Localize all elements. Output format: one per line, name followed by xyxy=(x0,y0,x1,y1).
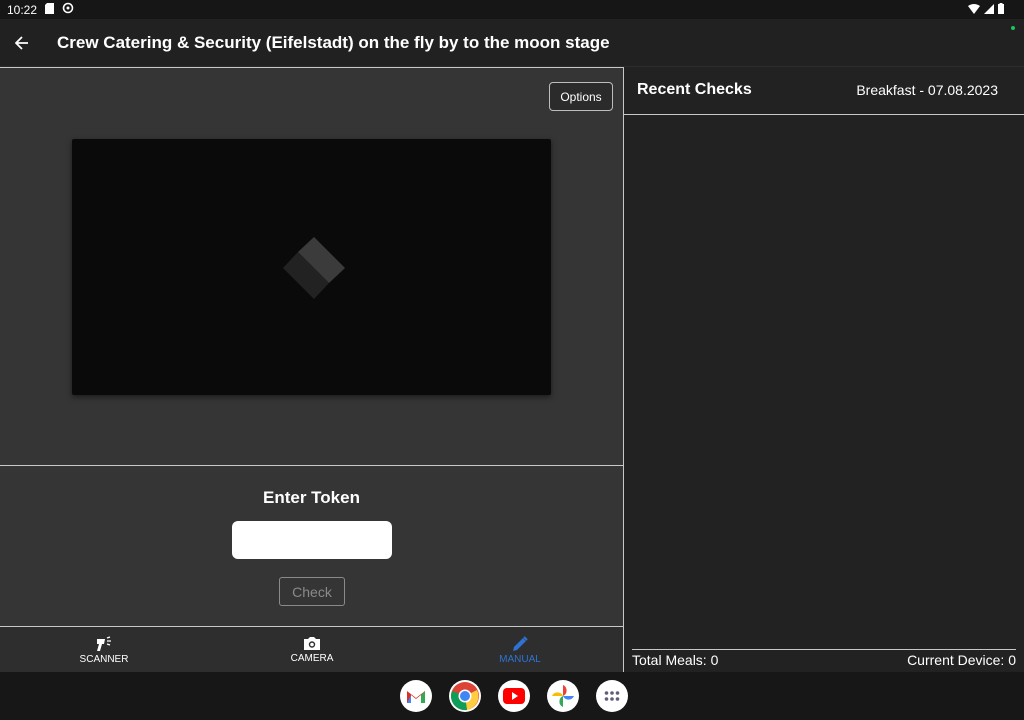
recent-checks-title: Recent Checks xyxy=(637,81,752,98)
photos-icon[interactable] xyxy=(547,680,579,712)
signal-icon xyxy=(984,3,994,17)
recent-checks-footer: Total Meals: 0 Current Device: 0 xyxy=(632,649,1016,668)
nav-manual-label: MANUAL xyxy=(499,653,541,665)
youtube-icon[interactable] xyxy=(498,680,530,712)
recent-checks-header: Recent Checks Breakfast - 07.08.2023 xyxy=(624,67,1024,115)
page-title: Crew Catering & Security (Eifelstadt) on… xyxy=(57,32,610,52)
arrow-back-icon xyxy=(15,35,28,50)
current-device-count: Current Device: 0 xyxy=(907,652,1016,668)
privacy-indicator-dot xyxy=(1011,26,1015,30)
nav-camera-label: CAMERA xyxy=(290,653,334,664)
total-meals-count: Total Meals: 0 xyxy=(632,652,719,668)
placeholder-logo-icon xyxy=(283,237,345,299)
bottom-navigation: SCANNER CAMERA MANUAL xyxy=(0,626,623,672)
settings-gear-icon xyxy=(62,2,74,17)
nav-manual[interactable]: MANUAL xyxy=(416,627,624,673)
check-button[interactable]: Check xyxy=(279,577,345,606)
app-drawer-icon[interactable] xyxy=(596,680,628,712)
camera-icon xyxy=(304,637,320,650)
sd-card-icon xyxy=(45,2,55,17)
nav-scanner[interactable]: SCANNER xyxy=(0,627,208,673)
recent-checks-pane: Recent Checks Breakfast - 07.08.2023 Tot… xyxy=(624,67,1024,672)
taskbar xyxy=(0,672,1024,720)
barcode-scanner-icon xyxy=(97,635,111,651)
options-button[interactable]: Options xyxy=(549,82,613,111)
status-time: 10:22 xyxy=(7,2,38,17)
app-bar: Crew Catering & Security (Eifelstadt) on… xyxy=(0,19,1024,67)
scanner-pane: Options Enter Token Check SCANNER CAMERA… xyxy=(0,67,623,672)
token-input[interactable] xyxy=(232,521,392,559)
camera-preview xyxy=(72,139,551,395)
chrome-icon[interactable] xyxy=(449,680,481,712)
token-title: Enter Token xyxy=(263,488,360,507)
back-button[interactable] xyxy=(0,19,44,67)
nav-scanner-label: SCANNER xyxy=(79,653,129,665)
meal-date-label: Breakfast - 07.08.2023 xyxy=(856,82,998,98)
nav-camera[interactable]: CAMERA xyxy=(208,627,416,673)
battery-icon xyxy=(998,3,1004,17)
status-bar: 10:22 xyxy=(0,0,1024,19)
token-entry: Enter Token Check xyxy=(0,466,623,626)
pencil-icon xyxy=(513,635,528,651)
camera-area: Options xyxy=(0,67,623,465)
gmail-icon[interactable] xyxy=(400,680,432,712)
wifi-icon xyxy=(968,3,980,17)
